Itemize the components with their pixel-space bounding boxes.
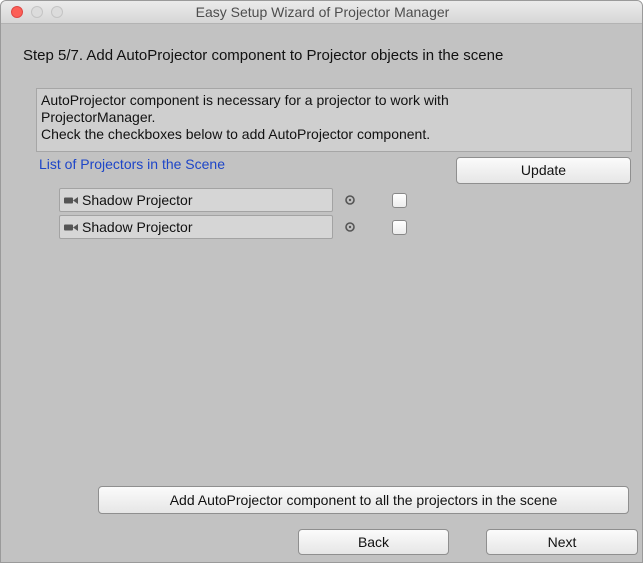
projector-object-field[interactable]: Shadow Projector — [59, 215, 333, 239]
projector-list-header: List of Projectors in the Scene — [39, 156, 225, 172]
object-picker-icon[interactable] — [344, 221, 356, 233]
next-button[interactable]: Next — [486, 529, 638, 555]
step-title: Step 5/7. Add AutoProjector component to… — [23, 47, 504, 64]
projector-row: Shadow Projector — [1, 188, 642, 212]
projector-icon — [64, 196, 78, 204]
help-text-line: ProjectorManager. — [41, 109, 156, 125]
projector-object-field[interactable]: Shadow Projector — [59, 188, 333, 212]
add-to-all-projectors-button[interactable]: Add AutoProjector component to all the p… — [98, 486, 629, 514]
help-text-line: Check the checkboxes below to add AutoPr… — [41, 126, 431, 142]
window-title: Easy Setup Wizard of Projector Manager — [195, 4, 450, 20]
wizard-window: Easy Setup Wizard of Projector Manager S… — [0, 0, 643, 563]
object-picker-icon[interactable] — [344, 194, 356, 206]
help-text-line: AutoProjector component is necessary for… — [41, 92, 449, 108]
add-autoprojector-checkbox[interactable] — [392, 220, 407, 235]
projector-name: Shadow Projector — [82, 192, 193, 208]
back-button[interactable]: Back — [298, 529, 449, 555]
help-box: AutoProjector component is necessary for… — [36, 88, 632, 152]
title-bar[interactable]: Easy Setup Wizard of Projector Manager — [1, 1, 642, 24]
projector-name: Shadow Projector — [82, 219, 193, 235]
projector-row: Shadow Projector — [1, 215, 642, 239]
add-autoprojector-checkbox[interactable] — [392, 193, 407, 208]
projector-icon — [64, 223, 78, 231]
update-button[interactable]: Update — [456, 157, 631, 184]
